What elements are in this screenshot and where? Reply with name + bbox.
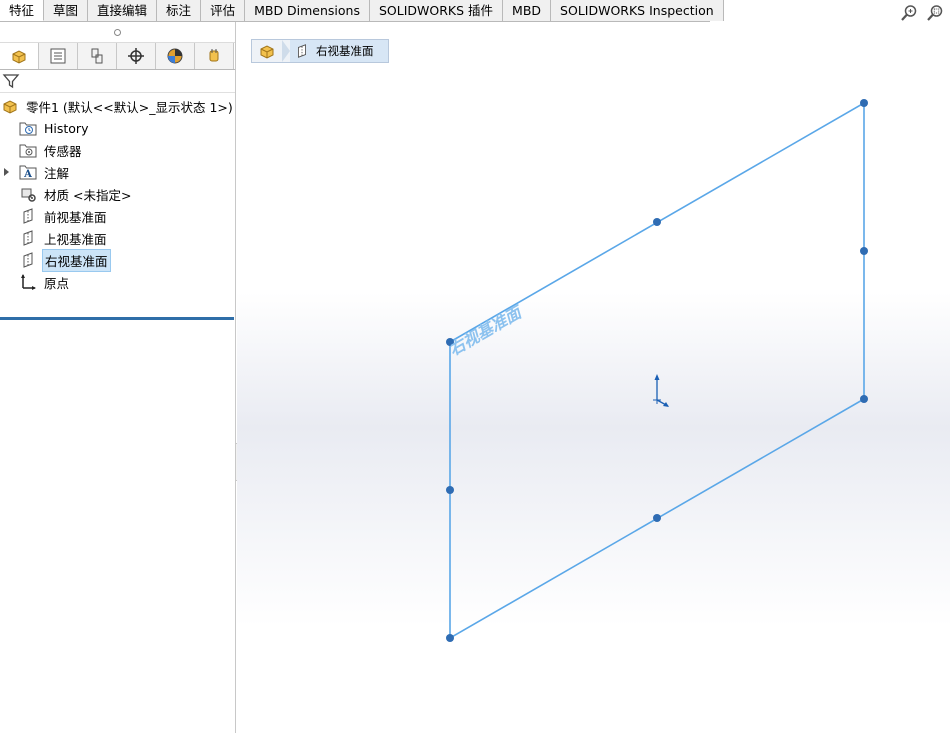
plane-icon bbox=[18, 206, 38, 226]
command-manager-tabs: 特征 草图 直接编辑 标注 评估 MBD Dimensions SOLIDWOR… bbox=[0, 0, 724, 22]
tab-sketch[interactable]: 草图 bbox=[44, 0, 89, 21]
plane-handle[interactable] bbox=[653, 218, 661, 226]
tree-root-label: 零件1 (默认<<默认>_显示状态 1>) bbox=[26, 99, 233, 115]
tree-item-label: 传感器 bbox=[44, 143, 82, 159]
plane-outline[interactable] bbox=[449, 101, 865, 640]
tree-item-label: 前视基准面 bbox=[44, 209, 107, 225]
graphics-area[interactable]: 右视基准面 右视基准面 bbox=[237, 22, 950, 733]
tree-item-sensors[interactable]: 传感器 bbox=[0, 139, 235, 161]
feature-tree: 零件1 (默认<<默认>_显示状态 1>) History 传感器 A 注解 材… bbox=[0, 93, 235, 293]
tab-direct-editing[interactable]: 直接编辑 bbox=[88, 0, 158, 21]
tree-item-label: 上视基准面 bbox=[44, 231, 107, 247]
rollback-bar[interactable] bbox=[0, 317, 234, 320]
display-manager-tab[interactable] bbox=[156, 43, 195, 69]
plane-icon bbox=[18, 250, 38, 270]
tree-item-label: History bbox=[44, 120, 89, 136]
tab-solidworks-addins[interactable]: SOLIDWORKS 插件 bbox=[370, 0, 504, 21]
property-manager-tab[interactable] bbox=[39, 43, 78, 69]
configuration-manager-tab[interactable] bbox=[78, 43, 117, 69]
tree-root-part[interactable]: 零件1 (默认<<默认>_显示状态 1>) bbox=[0, 95, 235, 117]
tab-mbd[interactable]: MBD bbox=[503, 0, 552, 21]
svg-text:A: A bbox=[23, 169, 32, 180]
tree-item-label: 注解 bbox=[44, 165, 70, 181]
cam-manager-tab[interactable] bbox=[195, 43, 234, 69]
tree-item-label: 原点 bbox=[44, 275, 70, 291]
feature-manager-pane: 零件1 (默认<<默认>_显示状态 1>) History 传感器 A 注解 材… bbox=[0, 22, 236, 733]
part-icon bbox=[12, 50, 26, 64]
tab-markup[interactable]: 标注 bbox=[157, 0, 202, 21]
filter-icon bbox=[2, 74, 20, 89]
pane-grip[interactable] bbox=[0, 22, 235, 43]
tree-item-label: 材质 <未指定> bbox=[44, 187, 132, 203]
tree-item-origin[interactable]: 原点 bbox=[0, 271, 235, 293]
plane-handle[interactable] bbox=[860, 99, 868, 107]
annotation-icon: A bbox=[18, 162, 38, 182]
hand-icon bbox=[209, 49, 219, 62]
tree-item-right-plane[interactable]: 右视基准面 bbox=[0, 248, 235, 272]
material-icon bbox=[18, 184, 38, 204]
tree-item-history[interactable]: History bbox=[0, 117, 235, 139]
plane-icon bbox=[18, 228, 38, 248]
tab-features[interactable]: 特征 bbox=[0, 0, 45, 21]
sensor-folder-icon bbox=[18, 140, 38, 160]
plane-label: 右视基准面 bbox=[446, 302, 527, 360]
tree-filter[interactable] bbox=[0, 70, 235, 93]
plane-handle[interactable] bbox=[860, 395, 868, 403]
tab-solidworks-inspection[interactable]: SOLIDWORKS Inspection bbox=[551, 0, 724, 21]
configuration-icon bbox=[91, 48, 103, 64]
property-list-icon bbox=[50, 48, 66, 64]
right-plane-graphic: 右视基准面 bbox=[446, 99, 868, 642]
tree-item-front-plane[interactable]: 前视基准面 bbox=[0, 205, 235, 227]
tab-evaluate[interactable]: 评估 bbox=[201, 0, 246, 21]
tree-item-material[interactable]: 材质 <未指定> bbox=[0, 183, 235, 205]
crosshair-icon bbox=[128, 48, 144, 64]
plane-handle[interactable] bbox=[446, 634, 454, 642]
tab-mbd-dimensions[interactable]: MBD Dimensions bbox=[245, 0, 370, 21]
plane-handle[interactable] bbox=[860, 247, 868, 255]
manager-tabs bbox=[0, 43, 235, 70]
tree-item-top-plane[interactable]: 上视基准面 bbox=[0, 227, 235, 249]
plane-handle[interactable] bbox=[446, 486, 454, 494]
tree-item-annotations[interactable]: A 注解 bbox=[0, 161, 235, 183]
part-icon bbox=[0, 96, 20, 116]
expand-arrow-icon[interactable] bbox=[4, 168, 9, 176]
origin-icon bbox=[18, 272, 38, 292]
tree-item-label: 右视基准面 bbox=[42, 248, 111, 272]
origin-triad-icon bbox=[653, 374, 669, 407]
dimxpert-manager-tab[interactable] bbox=[117, 43, 156, 69]
plane-handle[interactable] bbox=[653, 514, 661, 522]
feature-manager-tab[interactable] bbox=[0, 43, 39, 69]
appearance-icon bbox=[167, 48, 183, 64]
history-folder-icon bbox=[18, 118, 38, 138]
